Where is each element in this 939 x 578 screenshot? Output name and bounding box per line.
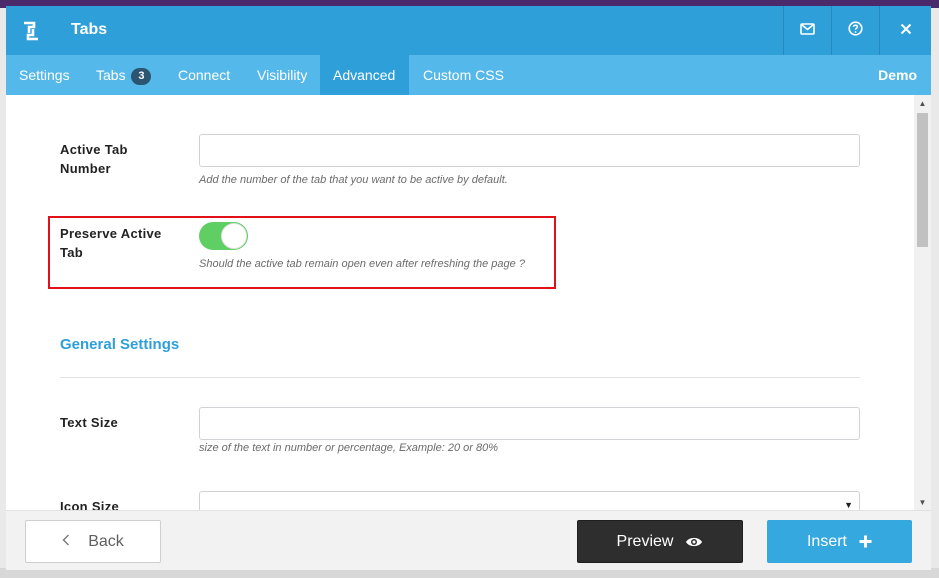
tab-tabs[interactable]: Tabs 3 (83, 55, 164, 95)
icon-size-select[interactable]: ▼ (199, 491, 860, 510)
brackets-logo-icon (6, 6, 55, 55)
help-button[interactable] (831, 6, 879, 55)
tabs-settings-modal: Tabs Settings Tabs 3 Connect Visibility … (6, 6, 931, 570)
preview-button[interactable]: Preview (577, 520, 743, 563)
active-tab-number-help: Add the number of the tab that you want … (199, 174, 508, 186)
preserve-active-tab-toggle[interactable] (199, 222, 248, 250)
advanced-settings-panel: Active Tab Number Add the number of the … (6, 95, 914, 510)
icon-size-label: Icon Size (60, 499, 120, 510)
text-size-label: Text Size (60, 415, 119, 430)
tab-settings[interactable]: Settings (6, 55, 83, 95)
background-right-edge (931, 8, 939, 578)
preserve-active-tab-help: Should the active tab remain open even a… (199, 258, 525, 270)
general-settings-heading: General Settings (60, 336, 180, 353)
scroll-up-arrow-icon[interactable]: ▲ (914, 95, 931, 111)
tab-custom-css[interactable]: Custom CSS (409, 55, 518, 95)
modal-titlebar: Tabs (6, 6, 931, 55)
scroll-down-arrow-icon[interactable]: ▼ (914, 494, 931, 510)
demo-link[interactable]: Demo (878, 55, 917, 95)
mail-icon (800, 22, 815, 40)
preserve-active-tab-label: Preserve Active Tab (60, 226, 162, 260)
tabs-count-badge: 3 (131, 68, 152, 85)
mail-button[interactable] (783, 6, 831, 55)
active-tab-number-input[interactable] (199, 134, 860, 167)
eye-icon (685, 536, 703, 548)
tab-advanced[interactable]: Advanced (320, 55, 409, 95)
chevron-left-icon (62, 533, 70, 551)
tab-connect[interactable]: Connect (164, 55, 244, 95)
active-tab-number-label: Active Tab Number (60, 142, 128, 176)
content-scrollbar[interactable]: ▲ ▼ (914, 95, 931, 510)
modal-title: Tabs (71, 21, 108, 38)
close-button[interactable] (879, 6, 931, 55)
help-circle-icon (848, 20, 863, 41)
scrollbar-thumb[interactable] (917, 113, 928, 247)
text-size-input[interactable] (199, 407, 860, 440)
back-button[interactable]: Back (25, 520, 161, 563)
caret-down-icon: ▼ (844, 500, 853, 510)
text-size-help: size of the text in number or percentage… (199, 442, 498, 454)
tab-visibility[interactable]: Visibility (243, 55, 321, 95)
insert-button[interactable]: Insert (767, 520, 912, 563)
plus-icon (859, 535, 872, 548)
toggle-knob (221, 223, 247, 249)
close-icon (900, 22, 912, 40)
section-divider (60, 377, 860, 378)
settings-tab-bar: Settings Tabs 3 Connect Visibility Advan… (6, 55, 931, 95)
modal-footer: Back Preview Insert (6, 510, 931, 570)
